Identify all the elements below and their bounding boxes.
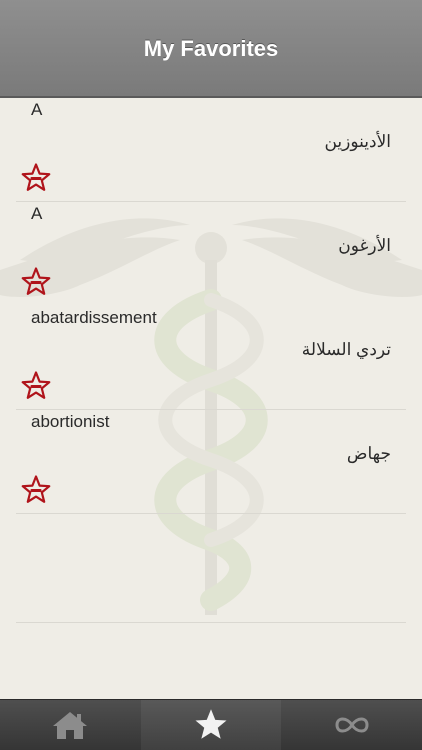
translation-text: تردي السلالة xyxy=(301,340,391,359)
tab-more[interactable] xyxy=(282,700,422,750)
row-divider xyxy=(16,513,406,514)
remove-favorite-star-icon[interactable] xyxy=(20,266,52,298)
list-item[interactable]: abortionist جهاض xyxy=(0,410,422,514)
remove-favorite-star-icon[interactable] xyxy=(20,370,52,402)
list-item[interactable]: A الأدينوزين xyxy=(0,98,422,202)
term-text: abortionist xyxy=(31,412,110,431)
home-icon xyxy=(53,712,87,739)
term-text: abatardissement xyxy=(31,308,157,327)
list-item[interactable]: A الأرغون xyxy=(0,202,422,306)
remove-favorite-star-icon[interactable] xyxy=(20,162,52,194)
list-item[interactable]: abatardissement تردي السلالة xyxy=(0,306,422,410)
empty-row-divider xyxy=(16,622,406,623)
page-title: My Favorites xyxy=(143,36,279,61)
infinity-icon xyxy=(335,717,369,733)
remove-favorite-star-icon[interactable] xyxy=(20,474,52,506)
tab-bar xyxy=(0,699,422,750)
translation-text: الأرغون xyxy=(338,236,391,255)
star-icon xyxy=(195,709,227,739)
tab-favorites[interactable] xyxy=(141,700,281,750)
term-text: A xyxy=(31,204,43,223)
translation-text: جهاض xyxy=(346,444,391,463)
term-text: A xyxy=(31,100,43,119)
nav-bar: My Favorites xyxy=(0,0,422,98)
tab-home[interactable] xyxy=(0,700,140,750)
favorites-list: A الأدينوزين A الأرغون abatardissement ت… xyxy=(0,98,422,514)
translation-text: الأدينوزين xyxy=(324,132,391,151)
